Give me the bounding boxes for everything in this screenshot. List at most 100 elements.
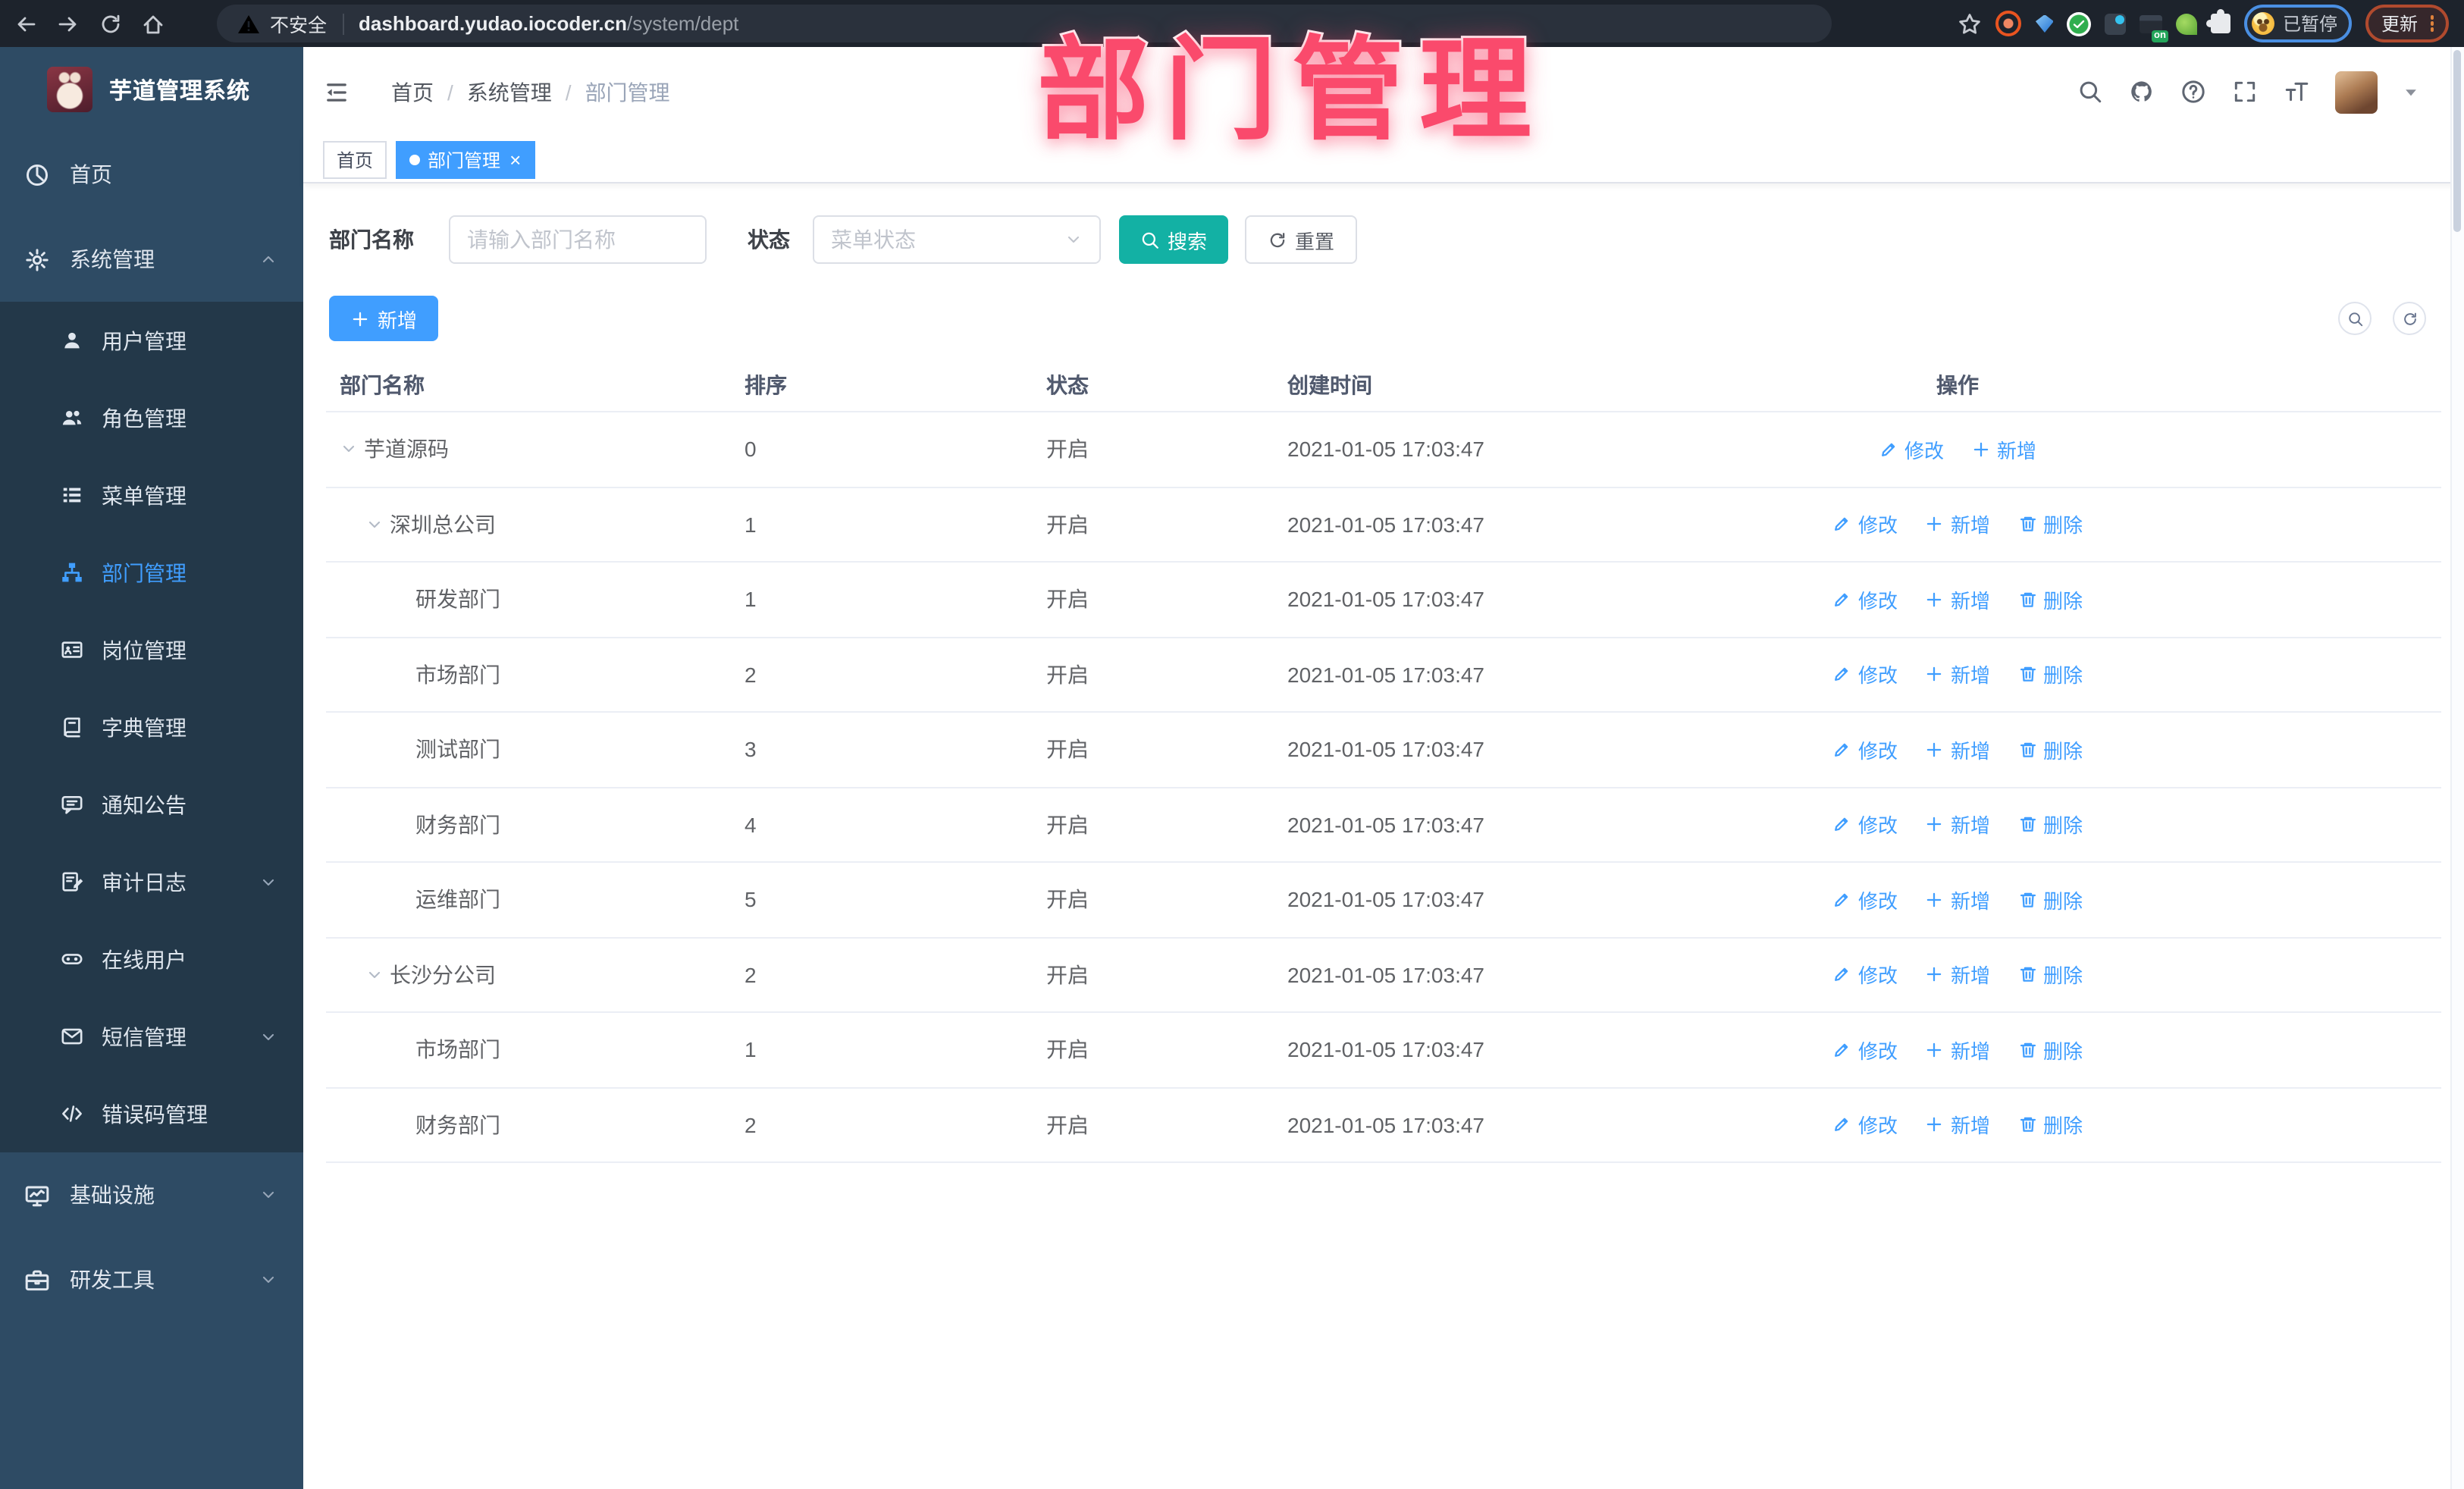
- tab-close-icon[interactable]: ×: [509, 149, 521, 169]
- page-scrollbar[interactable]: [2450, 47, 2464, 1489]
- bookmark-star-icon[interactable]: [1958, 11, 1983, 36]
- sidebar-item-dept-management[interactable]: 部门管理: [0, 534, 303, 611]
- profile-paused-chip[interactable]: 已暂停: [2244, 5, 2353, 42]
- browser-home-button[interactable]: [141, 11, 165, 36]
- delete-action-link[interactable]: 删除: [2017, 585, 2083, 614]
- sidebar-item-infrastructure[interactable]: 基础设施: [0, 1152, 303, 1237]
- extension-check-icon[interactable]: [2067, 11, 2092, 36]
- delete-action-link[interactable]: 删除: [2017, 1111, 2083, 1139]
- sidebar-logo-row[interactable]: 芋道管理系统: [0, 47, 303, 132]
- dept-name: 市场部门: [415, 1037, 500, 1062]
- expand-caret-icon[interactable]: [365, 966, 384, 984]
- add-action-link[interactable]: 新增: [1925, 1036, 1990, 1064]
- extension-key-icon[interactable]: [2176, 13, 2198, 34]
- status-select[interactable]: 菜单状态: [813, 215, 1101, 264]
- extension-orange-icon[interactable]: [1995, 11, 2022, 36]
- reset-button[interactable]: 重置: [1245, 215, 1358, 264]
- browser-update-button[interactable]: 更新: [2365, 5, 2449, 42]
- search-button[interactable]: 搜索: [1119, 215, 1229, 264]
- add-action-link[interactable]: 新增: [1925, 961, 1990, 989]
- sidebar-item-error-code-management[interactable]: 错误码管理: [0, 1075, 303, 1152]
- table-row-8[interactable]: 长沙分公司 2 开启 2021-01-05 17:03:47 修改 新增 删除: [326, 938, 2441, 1013]
- font-size-icon[interactable]: [2284, 79, 2309, 105]
- edit-action-link[interactable]: 修改: [1832, 1111, 1898, 1139]
- add-action-link[interactable]: 新增: [1925, 1111, 1990, 1139]
- table-row-10[interactable]: 财务部门 2 开启 2021-01-05 17:03:47 修改 新增 删除: [326, 1088, 2441, 1163]
- sidebar-item-home[interactable]: 首页: [0, 132, 303, 217]
- add-action-link[interactable]: 新增: [1925, 510, 1990, 539]
- sidebar-collapse-button[interactable]: [323, 78, 350, 105]
- refresh-table-button[interactable]: [2393, 302, 2426, 335]
- expand-caret-icon[interactable]: [365, 516, 384, 534]
- github-icon[interactable]: [2129, 79, 2155, 105]
- user-avatar[interactable]: [2335, 71, 2378, 113]
- add-action-link[interactable]: 新增: [1925, 810, 1990, 839]
- table-row-7[interactable]: 运维部门 5 开启 2021-01-05 17:03:47 修改 新增 删除: [326, 863, 2441, 938]
- tab-home[interactable]: 首页: [323, 140, 387, 178]
- sidebar-item-dict-management[interactable]: 字典管理: [0, 688, 303, 766]
- table-row-9[interactable]: 市场部门 1 开启 2021-01-05 17:03:47 修改 新增 删除: [326, 1013, 2441, 1088]
- edit-action-link[interactable]: 修改: [1832, 1036, 1898, 1064]
- dept-name-input[interactable]: 请输入部门名称: [449, 215, 707, 264]
- edit-action-link[interactable]: 修改: [1832, 810, 1898, 839]
- tab-dept-management[interactable]: 部门管理 ×: [396, 140, 535, 178]
- created-time-cell: 2021-01-05 17:03:47: [1287, 962, 1484, 987]
- extension-grid-icon[interactable]: [2105, 13, 2127, 34]
- add-button[interactable]: 新增: [329, 296, 439, 341]
- sidebar-item-user-management[interactable]: 用户管理: [0, 302, 303, 379]
- extension-gem-icon[interactable]: [2035, 14, 2054, 33]
- edit-action-link[interactable]: 修改: [1832, 961, 1898, 989]
- extensions-puzzle-icon[interactable]: [2206, 9, 2231, 33]
- add-action-link[interactable]: 新增: [1925, 735, 1990, 764]
- sidebar-item-notice-announcement[interactable]: 通知公告: [0, 766, 303, 843]
- delete-action-link[interactable]: 删除: [2017, 660, 2083, 689]
- table-row-2[interactable]: 深圳总公司 1 开启 2021-01-05 17:03:47 修改 新增 删除: [326, 487, 2441, 563]
- sidebar-item-online-users[interactable]: 在线用户: [0, 920, 303, 998]
- table-row-3[interactable]: 研发部门 1 开启 2021-01-05 17:03:47 修改 新增 删除: [326, 563, 2441, 638]
- table-row-4[interactable]: 市场部门 2 开启 2021-01-05 17:03:47 修改 新增 删除: [326, 638, 2441, 713]
- sidebar-item-audit-log[interactable]: 审计日志: [0, 843, 303, 920]
- avatar-caret-down-icon[interactable]: [2403, 84, 2419, 99]
- sidebar-item-system-management[interactable]: 系统管理: [0, 217, 303, 302]
- address-bar[interactable]: 不安全 dashboard.yudao.iocoder.cn /system/d…: [217, 5, 1832, 42]
- toggle-search-button[interactable]: [2338, 302, 2372, 335]
- add-action-link[interactable]: 新增: [1971, 435, 2036, 464]
- edit-action-link[interactable]: 修改: [1879, 435, 1944, 464]
- sidebar-item-role-management[interactable]: 角色管理: [0, 379, 303, 456]
- edit-action-link[interactable]: 修改: [1832, 735, 1898, 764]
- scrollbar-thumb[interactable]: [2453, 50, 2461, 232]
- table-row-5[interactable]: 测试部门 3 开启 2021-01-05 17:03:47 修改 新增 删除: [326, 713, 2441, 788]
- browser-menu-icon[interactable]: [2430, 15, 2434, 32]
- sidebar-item-dev-tools[interactable]: 研发工具: [0, 1237, 303, 1322]
- table-row-6[interactable]: 财务部门 4 开启 2021-01-05 17:03:47 修改 新增 删除: [326, 788, 2441, 863]
- delete-action-link[interactable]: 删除: [2017, 1036, 2083, 1064]
- dept-name-cell: 市场部门: [326, 660, 731, 690]
- help-icon[interactable]: [2180, 79, 2206, 105]
- edit-action-link[interactable]: 修改: [1832, 510, 1898, 539]
- browser-back-button[interactable]: [14, 11, 38, 36]
- browser-forward-button[interactable]: [56, 11, 80, 36]
- browser-reload-button[interactable]: [99, 11, 123, 36]
- plus-icon: [353, 311, 368, 326]
- add-action-link[interactable]: 新增: [1925, 660, 1990, 689]
- fullscreen-icon[interactable]: [2232, 79, 2258, 105]
- delete-action-link[interactable]: 删除: [2017, 735, 2083, 764]
- sidebar-item-post-management[interactable]: 岗位管理: [0, 611, 303, 688]
- edit-action-link[interactable]: 修改: [1832, 585, 1898, 614]
- edit-action-link[interactable]: 修改: [1832, 660, 1898, 689]
- table-row-1[interactable]: 芋道源码 0 开启 2021-01-05 17:03:47 修改 新增: [326, 412, 2441, 487]
- delete-action-link[interactable]: 删除: [2017, 510, 2083, 539]
- extension-proxy-on-icon[interactable]: [2140, 14, 2169, 42]
- header-search-icon[interactable]: [2077, 79, 2103, 105]
- breadcrumb-item-2[interactable]: 系统管理: [467, 77, 552, 107]
- add-action-link[interactable]: 新增: [1925, 886, 1990, 914]
- delete-action-link[interactable]: 删除: [2017, 810, 2083, 839]
- sidebar-item-sms-management[interactable]: 短信管理: [0, 998, 303, 1075]
- breadcrumb-item-1[interactable]: 首页: [391, 77, 434, 107]
- expand-caret-icon[interactable]: [340, 440, 358, 459]
- delete-action-link[interactable]: 删除: [2017, 961, 2083, 989]
- add-action-link[interactable]: 新增: [1925, 585, 1990, 614]
- edit-action-link[interactable]: 修改: [1832, 886, 1898, 914]
- sidebar-item-menu-management[interactable]: 菜单管理: [0, 456, 303, 534]
- delete-action-link[interactable]: 删除: [2017, 886, 2083, 914]
